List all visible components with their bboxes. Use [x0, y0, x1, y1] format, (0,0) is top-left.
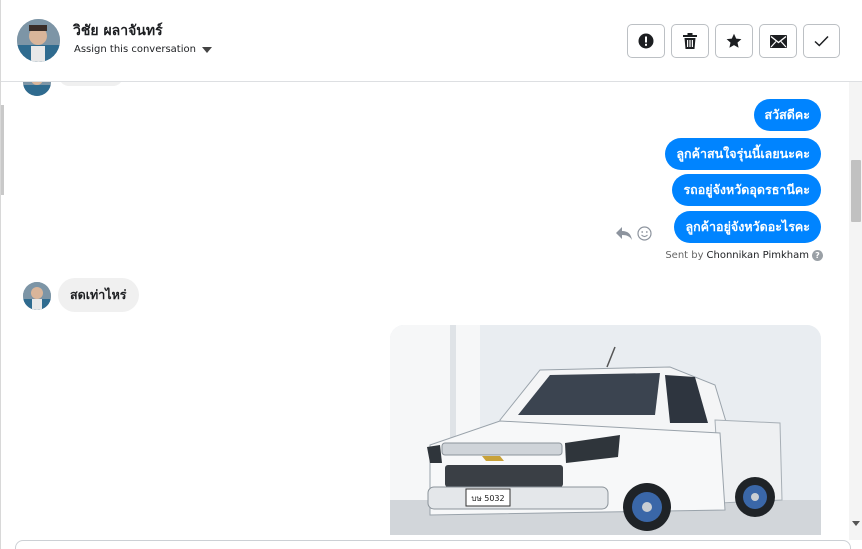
sent-by-prefix: Sent by	[665, 250, 704, 261]
outgoing-message[interactable]: สวัสดีคะ	[753, 99, 821, 131]
assign-conversation-dropdown[interactable]: Assign this conversation	[74, 44, 212, 55]
delete-button[interactable]	[671, 24, 709, 58]
outgoing-message[interactable]: รถอยู่จังหวัดอุดรธานีคะ	[672, 174, 821, 206]
message-composer-input[interactable]	[15, 540, 851, 549]
assign-label: Assign this conversation	[74, 44, 196, 55]
emoji-reaction-icon[interactable]	[637, 225, 652, 241]
outgoing-message[interactable]: ลูกค้าสนใจรุ่นนี้เลยนะคะ	[665, 138, 821, 170]
message-tools	[615, 225, 652, 241]
left-scroll-indicator	[1, 105, 4, 195]
mark-done-button[interactable]	[803, 24, 840, 58]
sent-by-note: Sent by Chonnikan Pimkham ?	[665, 250, 823, 261]
mark-spam-button[interactable]	[627, 24, 665, 58]
message-list[interactable]: สวัสดีคะ ลูกค้าสนใจรุ่นนี้เลยนะคะ รถอยู่…	[1, 82, 849, 540]
scrollbar-thumb[interactable]	[851, 160, 861, 222]
star-button[interactable]	[715, 24, 753, 58]
pickup-truck-photo[interactable]: บษ 5032	[390, 325, 821, 535]
mark-unread-button[interactable]	[759, 24, 797, 58]
star-icon	[726, 33, 742, 48]
alert-icon	[638, 33, 654, 49]
check-icon	[814, 35, 829, 47]
header-actions	[627, 24, 840, 58]
caret-down-icon	[201, 47, 212, 53]
trash-icon	[683, 33, 697, 49]
previous-message-bubble	[59, 82, 123, 86]
contact-avatar-small	[23, 82, 51, 96]
license-plate: บษ 5032	[471, 494, 504, 503]
contact-avatar-small[interactable]	[23, 282, 51, 310]
contact-name[interactable]: วิชัย ผลาจันทร์	[73, 20, 163, 42]
reply-icon[interactable]	[615, 225, 633, 241]
sent-by-name: Chonnikan Pimkham	[706, 250, 809, 261]
scroll-down-arrow-icon[interactable]	[852, 521, 860, 526]
messenger-conversation-window: วิชัย ผลาจันทร์ Assign this conversation	[0, 0, 862, 549]
envelope-icon	[769, 34, 787, 48]
contact-avatar[interactable]	[17, 19, 60, 62]
help-icon[interactable]: ?	[812, 250, 823, 261]
conversation-header: วิชัย ผลาจันทร์ Assign this conversation	[1, 0, 862, 82]
message-list-scrollbar[interactable]	[849, 82, 862, 540]
incoming-message[interactable]: สดเท่าไหร่	[58, 278, 139, 312]
outgoing-message[interactable]: ลูกค้าอยู่จังหวัดอะไรคะ	[674, 211, 821, 243]
